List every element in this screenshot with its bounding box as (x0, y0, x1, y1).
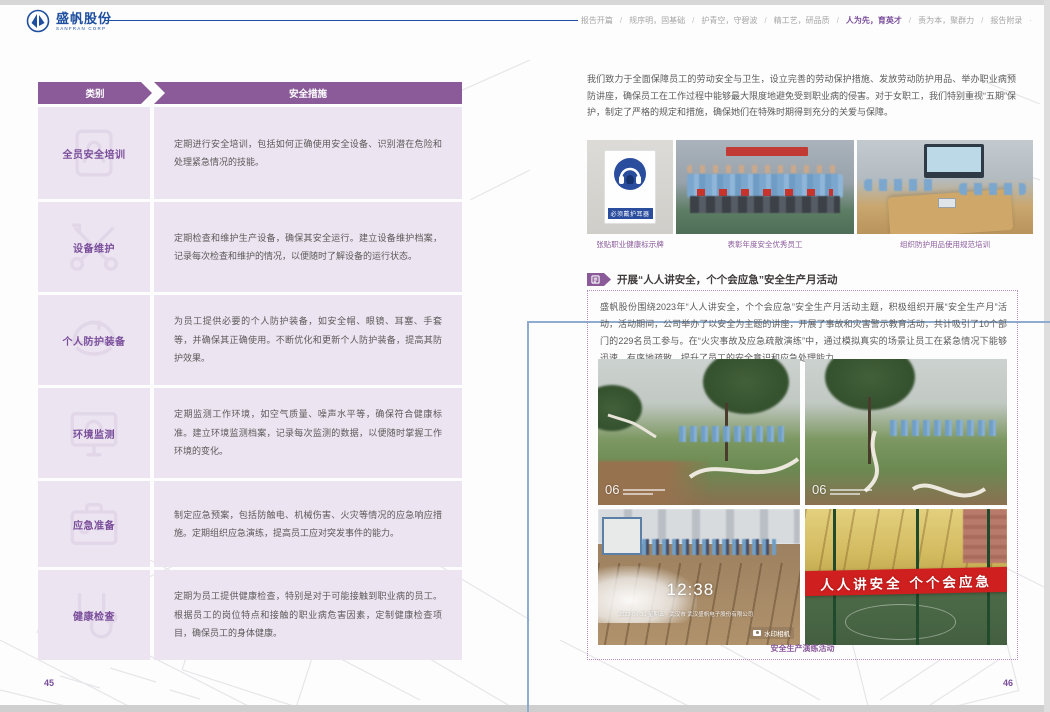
table-row: 全员安全培训 定期进行安全培训，包括如何正确使用安全设备、识别潜在危险和处理紧急… (38, 107, 462, 199)
ppe-training-photo (857, 140, 1033, 234)
category-label: 个人防护装备 (63, 333, 126, 348)
photo-caption: 组织防护用品使用规范培训 (857, 239, 1033, 250)
drill-photo-grid: 06 06 12:38 2023-06- (598, 359, 1007, 645)
measure-text: 制定应急预案，包括防触电、机械伤害、火灾等情况的应急响应措施。定期组织应急演练，… (174, 506, 442, 543)
header-rule (104, 20, 578, 21)
header-category: 类别 (38, 82, 152, 104)
extinguisher-drill-photo: 12:38 2023-06-30 星期五 · 武汉市 武汉盛帆电子股份有限公司 … (598, 509, 800, 645)
nav-separator: / (620, 16, 622, 25)
page-edge-top (0, 0, 1050, 5)
case-study-title: 开展“人人讲安全，个个会应急”安全生产月活动 (617, 272, 838, 287)
nav-separator: / (692, 16, 694, 25)
table-row: 设备维护 定期检查和维护生产设备，确保其安全运行。建立设备维护档案，记录每次检查… (38, 202, 462, 292)
photo-badge: 06 (605, 482, 619, 497)
photo-badge: 06 (812, 482, 826, 497)
table-row: 环境监测 定期监测工作环境，如空气质量、噪声水平等，确保符合健康标准。建立环境监… (38, 388, 462, 478)
measure-text: 定期检查和维护生产设备，确保其安全运行。建立设备维护档案，记录每次检查和维护的情… (174, 229, 442, 266)
table-row: 应急准备 制定应急预案，包括防触电、机械伤害、火灾等情况的应急响应措施。定期组织… (38, 481, 462, 567)
case-study-body: 盛帆股份围绕2023年“人人讲安全，个个会应急”安全生产月活动主题，积极组织开展… (600, 299, 1007, 367)
page-number-right: 46 (1003, 678, 1013, 688)
table-row: 健康检查 定期为员工提供健康检查，特别是对于可能接触到职业病的员工。根据员工的岗… (38, 570, 462, 660)
watermark-camera-badge: 水印相机 (749, 627, 794, 639)
category-cell: 设备维护 (38, 202, 150, 292)
measure-cell: 定期进行安全培训，包括如何正确使用安全设备、识别潜在危险和处理紧急情况的技能。 (154, 107, 462, 199)
photo-caption: 表彰年度安全优秀员工 (676, 239, 854, 250)
measure-cell: 定期为员工提供健康检查，特别是对于可能接触到职业病的员工。根据员工的岗位特点和接… (154, 570, 462, 660)
watermark-text: 水印相机 (764, 628, 790, 638)
safety-measures-table: 类别 安全措施 全员安全培训 定期进行安全培训，包括如何正确使用安全设备、识别潜… (38, 82, 462, 663)
category-cell: 个人防护装备 (38, 295, 150, 385)
category-label: 环境监测 (73, 426, 115, 441)
category-cell: 环境监测 (38, 388, 150, 478)
measure-cell: 制定应急预案，包括防触电、机械伤害、火灾等情况的应急响应措施。定期组织应急演练，… (154, 481, 462, 567)
table-header-row: 类别 安全措施 (38, 82, 462, 104)
case-study-title-row: 开展“人人讲安全，个个会应急”安全生产月活动 (587, 272, 838, 287)
fire-hose-drill-photo-1: 06 (598, 359, 800, 505)
nav-separator: / (764, 16, 766, 25)
nav-trailing-mark: · (1029, 16, 1032, 25)
measure-text: 定期进行安全培训，包括如何正确使用安全设备、识别潜在危险和处理紧急情况的技能。 (174, 135, 442, 172)
measure-cell: 为员工提供必要的个人防护装备，如安全帽、眼镜、耳塞、手套等，并确保其正确使用。不… (154, 295, 462, 385)
photo-strip: 必须戴护耳器 张贴职业健康标示牌 表彰年度安全优秀员工 组织防护用品使用规范培训 (587, 140, 1033, 250)
nav-separator: / (981, 16, 983, 25)
award-group-photo (676, 140, 854, 234)
labor-safety-intro: 我们致力于全面保障员工的劳动安全与卫生，设立完善的劳动保护措施、发放劳动防护用品… (587, 71, 1016, 121)
photo-caption: 张贴职业健康标示牌 (587, 239, 673, 250)
fire-hose-drill-photo-2: 06 (805, 359, 1007, 505)
measure-text: 定期为员工提供健康检查，特别是对于可能接触到职业病的员工。根据员工的岗位特点和接… (174, 587, 442, 642)
category-label: 健康检查 (73, 608, 115, 623)
category-cell: 健康检查 (38, 570, 150, 660)
nav-item-governance[interactable]: 规序明，固基础 (629, 15, 685, 26)
report-spread: 盛帆股份 SANFRAN CORP 报告开篇 / 规序明，固基础 / 护青空，守… (0, 0, 1050, 712)
sign-text: 必须戴护耳器 (608, 208, 653, 219)
category-label: 应急准备 (73, 517, 115, 532)
safety-banner-photo: 人人讲安全 个个会应急 (805, 509, 1007, 645)
photo-badge-caption-lines (830, 489, 872, 497)
ear-protection-sign-photo: 必须戴护耳器 (587, 140, 673, 234)
nav-item-people-active[interactable]: 人为先，育英才 (846, 15, 902, 26)
safety-slogan-banner: 人人讲安全 个个会应急 (805, 567, 1007, 596)
chapter-nav: 报告开篇 / 规序明，固基础 / 护青空，守碧波 / 精工艺，研品质 / 人为先… (581, 15, 1032, 26)
page-edge-right (1044, 0, 1050, 712)
blueprint-line-vertical (527, 321, 529, 712)
company-name-en: SANFRAN CORP (56, 26, 112, 31)
case-study-flag-icon (587, 273, 611, 286)
nav-item-quality[interactable]: 精工艺，研品质 (774, 15, 830, 26)
ear-muff-sign-icon (612, 156, 648, 192)
nav-item-environment[interactable]: 护青空，守碧波 (701, 15, 757, 26)
red-banner-decor (726, 147, 808, 156)
category-label: 全员安全培训 (63, 146, 126, 161)
nav-item-responsibility[interactable]: 责为本，聚群力 (918, 15, 974, 26)
banner-text: 人人讲安全 个个会应急 (820, 570, 992, 594)
measure-text: 为员工提供必要的个人防护装备，如安全帽、眼镜、耳塞、手套等，并确保其正确使用。不… (174, 312, 442, 367)
measure-cell: 定期监测工作环境，如空气质量、噪声水平等，确保符合健康标准。建立环境监测档案，记… (154, 388, 462, 478)
case-study-box: 盛帆股份围绕2023年“人人讲安全，个个会应急”安全生产月活动主题，积极组织开展… (587, 290, 1018, 660)
page-number-left: 45 (44, 678, 54, 688)
category-cell: 全员安全培训 (38, 107, 150, 199)
safety-sign: 必须戴护耳器 (604, 150, 656, 224)
photo-badge-caption-lines (623, 489, 665, 497)
category-cell: 应急准备 (38, 481, 150, 567)
company-name: 盛帆股份 (56, 12, 112, 26)
timestamp-detail: 2023-06-30 星期五 · 武汉市 武汉盛帆电子股份有限公司 (618, 610, 788, 618)
camera-icon (753, 630, 761, 636)
header-measures: 安全措施 (154, 82, 462, 104)
nav-separator: / (909, 16, 911, 25)
page-edge-bottom (0, 705, 1050, 712)
measure-text: 定期监测工作环境，如空气质量、噪声水平等，确保符合健康标准。建立环境监测档案，记… (174, 405, 442, 460)
nav-item-opening[interactable]: 报告开篇 (581, 15, 613, 26)
logo-mark-icon (26, 9, 50, 33)
nav-item-appendix[interactable]: 报告附录 (990, 15, 1022, 26)
category-label: 设备维护 (73, 240, 115, 255)
nav-separator: / (837, 16, 839, 25)
company-logo: 盛帆股份 SANFRAN CORP (26, 9, 112, 33)
table-row: 个人防护装备 为员工提供必要的个人防护装备，如安全帽、眼镜、耳塞、手套等，并确保… (38, 295, 462, 385)
measure-cell: 定期检查和维护生产设备，确保其安全运行。建立设备维护档案，记录每次检查和维护的情… (154, 202, 462, 292)
drill-grid-caption: 安全生产演练活动 (588, 643, 1017, 654)
timestamp-overlay: 12:38 (667, 580, 715, 600)
